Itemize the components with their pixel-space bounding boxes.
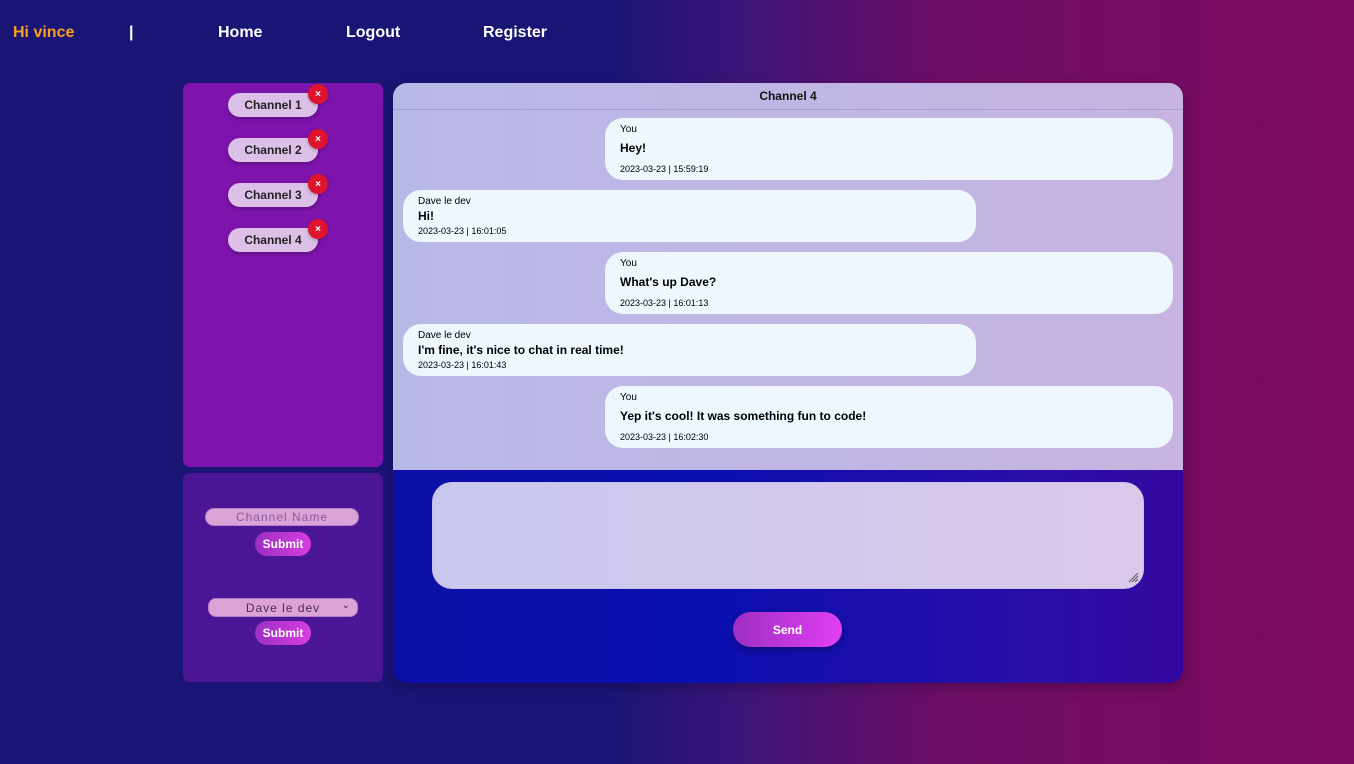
message-text: What's up Dave? bbox=[620, 275, 717, 289]
message-author: You bbox=[620, 392, 637, 403]
chat-panel: Channel 4 You Hey! 2023-03-23 | 15:59:19… bbox=[393, 83, 1183, 683]
message-author: Dave le dev bbox=[418, 330, 471, 341]
message-other: Dave le dev I'm fine, it's nice to chat … bbox=[403, 324, 976, 376]
resize-handle-icon[interactable] bbox=[1127, 571, 1139, 583]
message-text: Hey! bbox=[620, 141, 647, 155]
user-greeting: Hi vince bbox=[13, 24, 75, 41]
delete-channel-icon[interactable]: × bbox=[308, 174, 328, 194]
channel-label: Channel 3 bbox=[244, 188, 302, 202]
channel-forms-panel: Submit Dave le dev ⌄ Submit bbox=[183, 473, 383, 682]
message-list[interactable]: Channel 4 You Hey! 2023-03-23 | 15:59:19… bbox=[393, 83, 1183, 470]
message-timestamp: 2023-03-23 | 16:01:05 bbox=[418, 226, 507, 236]
channel-item-1[interactable]: Channel 1 × bbox=[228, 84, 328, 117]
delete-channel-icon[interactable]: × bbox=[308, 84, 328, 104]
message-timestamp: 2023-03-23 | 16:01:43 bbox=[418, 360, 507, 370]
channel-label: Channel 1 bbox=[244, 98, 302, 112]
user-select-value: Dave le dev bbox=[245, 600, 321, 615]
message-timestamp: 2023-03-23 | 16:02:30 bbox=[620, 432, 709, 442]
message-other: Dave le dev Hi! 2023-03-23 | 16:01:05 bbox=[403, 190, 976, 242]
add-user-submit-button[interactable]: Submit bbox=[255, 621, 311, 645]
create-channel-submit-button[interactable]: Submit bbox=[255, 532, 311, 556]
nav-link-logout[interactable]: Logout bbox=[346, 24, 400, 42]
message-author: You bbox=[620, 124, 637, 135]
compose-area: Send bbox=[393, 470, 1183, 683]
message-timestamp: 2023-03-23 | 16:01:13 bbox=[620, 298, 709, 308]
channel-label: Channel 2 bbox=[244, 143, 302, 157]
message-own: You What's up Dave? 2023-03-23 | 16:01:1… bbox=[605, 252, 1173, 314]
message-own: You Hey! 2023-03-23 | 15:59:19 bbox=[605, 118, 1173, 180]
nav-link-home[interactable]: Home bbox=[218, 24, 262, 42]
channel-item-3[interactable]: Channel 3 × bbox=[228, 174, 328, 207]
channel-name-input[interactable] bbox=[205, 508, 359, 526]
message-textarea[interactable] bbox=[432, 482, 1144, 589]
channel-list-panel: Channel 1 × Channel 2 × Channel 3 × Chan… bbox=[183, 83, 383, 467]
channel-item-2[interactable]: Channel 2 × bbox=[228, 129, 328, 162]
nav-link-register[interactable]: Register bbox=[483, 24, 547, 42]
message-text: Yep it's cool! It was something fun to c… bbox=[620, 409, 867, 423]
nav-separator: | bbox=[129, 24, 134, 41]
message-text: I'm fine, it's nice to chat in real time… bbox=[418, 343, 624, 357]
message-author: Dave le dev bbox=[418, 196, 471, 207]
chat-channel-title: Channel 4 bbox=[393, 83, 1183, 110]
channel-item-4[interactable]: Channel 4 × bbox=[228, 219, 328, 252]
message-author: You bbox=[620, 258, 637, 269]
chevron-down-icon: ⌄ bbox=[341, 600, 351, 611]
message-text: Hi! bbox=[418, 209, 434, 223]
user-select-dropdown[interactable]: Dave le dev ⌄ bbox=[208, 598, 358, 617]
message-timestamp: 2023-03-23 | 15:59:19 bbox=[620, 164, 709, 174]
send-button[interactable]: Send bbox=[733, 612, 842, 647]
top-nav: Hi vince | Home Logout Register bbox=[0, 0, 1354, 66]
delete-channel-icon[interactable]: × bbox=[308, 129, 328, 149]
message-own: You Yep it's cool! It was something fun … bbox=[605, 386, 1173, 448]
delete-channel-icon[interactable]: × bbox=[308, 219, 328, 239]
channel-label: Channel 4 bbox=[244, 233, 302, 247]
